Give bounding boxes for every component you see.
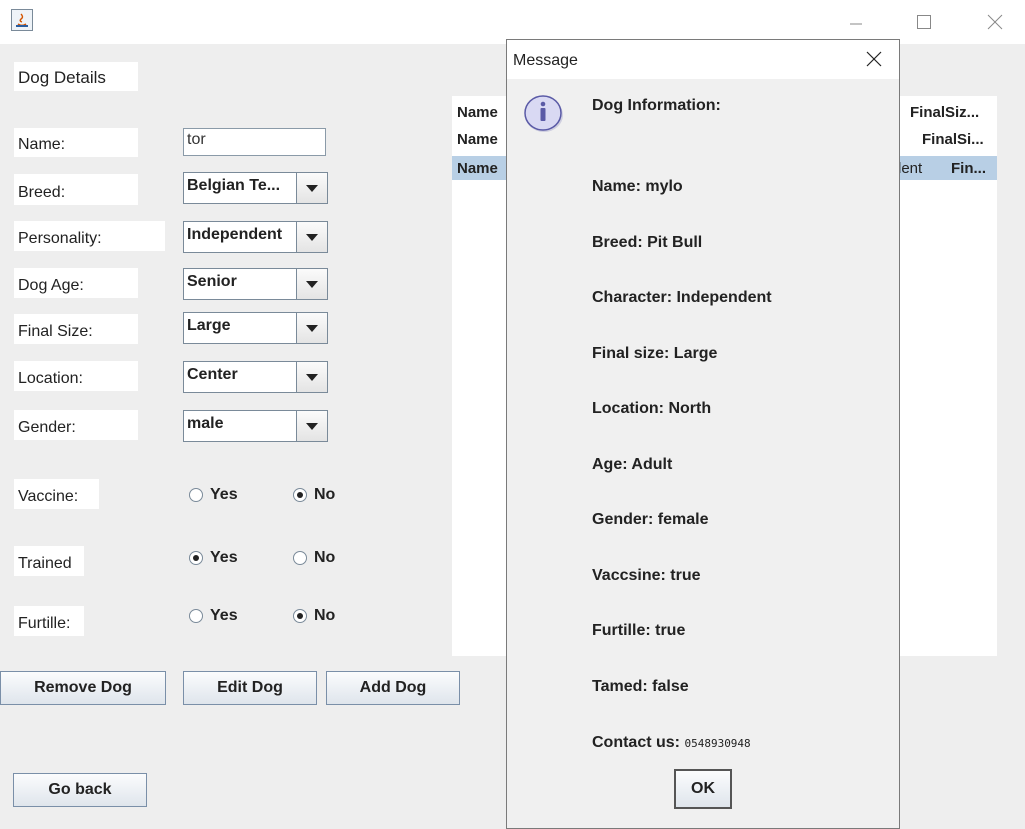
contact-label: Contact us: bbox=[592, 734, 685, 751]
name-label: Name: bbox=[14, 128, 138, 157]
trained-yes-label: Yes bbox=[210, 549, 238, 566]
edit-dog-button[interactable]: Edit Dog bbox=[183, 671, 317, 705]
trained-yes-radio[interactable]: Yes bbox=[189, 549, 238, 567]
vaccine-no-label: No bbox=[314, 486, 336, 503]
personality-select[interactable]: Independent bbox=[183, 221, 328, 253]
breed-value: Belgian Te... bbox=[187, 177, 281, 194]
chevron-down-icon[interactable] bbox=[296, 173, 327, 203]
contact-number: 0548930948 bbox=[684, 737, 751, 750]
final-size-value: Large bbox=[187, 317, 231, 334]
personality-label: Personality: bbox=[14, 221, 165, 251]
vaccine-no-radio[interactable]: No bbox=[293, 486, 335, 504]
table-cell: Fin... bbox=[951, 160, 986, 177]
furtille-yes-label: Yes bbox=[210, 607, 238, 624]
radio-off-icon bbox=[293, 551, 307, 565]
title-bar bbox=[0, 0, 1025, 44]
location-label: Location: bbox=[14, 361, 138, 391]
table-cell: FinalSiz... bbox=[910, 104, 980, 121]
java-icon[interactable] bbox=[11, 9, 33, 31]
info-name: Name: mylo bbox=[592, 178, 683, 195]
remove-dog-button[interactable]: Remove Dog bbox=[0, 671, 166, 705]
trained-no-label: No bbox=[314, 549, 336, 566]
radio-on-icon bbox=[189, 551, 203, 565]
minimize-icon[interactable] bbox=[833, 0, 879, 44]
info-location: Location: North bbox=[592, 400, 712, 417]
info-gender: Gender: female bbox=[592, 511, 709, 528]
vaccine-yes-radio[interactable]: Yes bbox=[189, 486, 238, 504]
table-cell: Name bbox=[457, 160, 498, 177]
name-input[interactable]: tor bbox=[183, 128, 326, 156]
location-value: Center bbox=[187, 366, 238, 383]
table-cell: FinalSi... bbox=[922, 131, 984, 148]
close-icon[interactable] bbox=[865, 50, 885, 70]
dog-age-select[interactable]: Senior bbox=[183, 268, 328, 300]
info-final-size: Final size: Large bbox=[592, 345, 718, 362]
radio-off-icon bbox=[189, 488, 203, 502]
breed-select[interactable]: Belgian Te... bbox=[183, 172, 328, 204]
info-vaccine: Vaccsine: true bbox=[592, 567, 701, 584]
dialog-heading: Dog Information: bbox=[592, 97, 721, 114]
go-back-button[interactable]: Go back bbox=[13, 773, 147, 807]
gender-label: Gender: bbox=[14, 410, 138, 440]
table-cell: Name bbox=[457, 104, 498, 121]
table-cell: Name bbox=[457, 131, 498, 148]
vaccine-yes-label: Yes bbox=[210, 486, 238, 503]
dog-age-label: Dog Age: bbox=[14, 268, 138, 298]
trained-label: Trained bbox=[14, 546, 84, 576]
furtille-no-label: No bbox=[314, 607, 336, 624]
dialog-title: Message bbox=[513, 52, 578, 69]
trained-no-radio[interactable]: No bbox=[293, 549, 335, 567]
radio-off-icon bbox=[189, 609, 203, 623]
info-icon bbox=[523, 92, 565, 134]
chevron-down-icon[interactable] bbox=[296, 411, 327, 441]
chevron-down-icon[interactable] bbox=[296, 362, 327, 392]
info-breed: Breed: Pit Bull bbox=[592, 234, 703, 251]
chevron-down-icon[interactable] bbox=[296, 269, 327, 299]
info-tamed: Tamed: false bbox=[592, 678, 689, 695]
info-age: Age: Adult bbox=[592, 456, 673, 473]
breed-label: Breed: bbox=[14, 174, 138, 205]
dog-age-value: Senior bbox=[187, 273, 237, 290]
furtille-label: Furtille: bbox=[14, 606, 84, 636]
radio-on-icon bbox=[293, 609, 307, 623]
maximize-icon[interactable] bbox=[901, 0, 947, 44]
radio-on-icon bbox=[293, 488, 307, 502]
gender-value: male bbox=[187, 415, 224, 432]
final-size-label: Final Size: bbox=[14, 314, 138, 344]
info-character: Character: Independent bbox=[592, 289, 772, 306]
final-size-select[interactable]: Large bbox=[183, 312, 328, 344]
info-contact: Contact us: 0548930948 bbox=[592, 734, 751, 752]
vaccine-label: Vaccine: bbox=[14, 479, 99, 509]
furtille-yes-radio[interactable]: Yes bbox=[189, 607, 238, 625]
info-furtille: Furtille: true bbox=[592, 622, 686, 639]
ok-button[interactable]: OK bbox=[674, 769, 732, 809]
dialog-title-bar: Message bbox=[507, 40, 899, 79]
close-icon[interactable] bbox=[972, 0, 1018, 44]
dog-details-header: Dog Details bbox=[14, 62, 138, 91]
add-dog-button[interactable]: Add Dog bbox=[326, 671, 460, 705]
table-cell: lent bbox=[898, 160, 923, 177]
message-dialog[interactable]: Message Dog Information: Name: mylo Bree… bbox=[506, 39, 900, 829]
furtille-no-radio[interactable]: No bbox=[293, 607, 335, 625]
chevron-down-icon[interactable] bbox=[296, 222, 327, 252]
chevron-down-icon[interactable] bbox=[296, 313, 327, 343]
location-select[interactable]: Center bbox=[183, 361, 328, 393]
personality-value: Independent bbox=[187, 226, 283, 243]
gender-select[interactable]: male bbox=[183, 410, 328, 442]
